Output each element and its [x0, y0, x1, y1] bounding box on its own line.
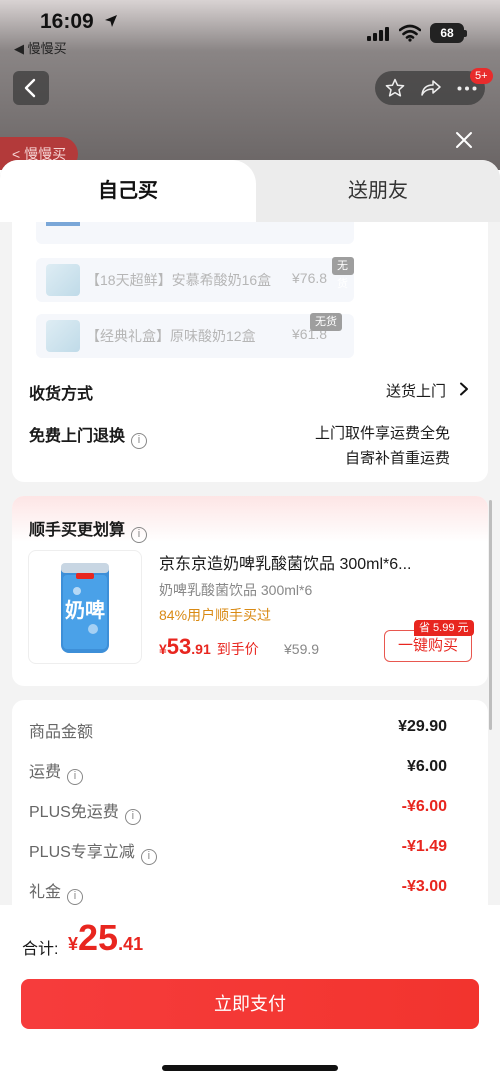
- tab-bar: 送朋友 自己买: [0, 160, 500, 222]
- total-currency: ¥: [68, 934, 79, 954]
- upsell-promo-text: 84%用户顺手买过: [159, 607, 272, 623]
- upsell-product-name[interactable]: 京东京造奶啤乳酸菌饮品 300ml*6...: [159, 550, 412, 574]
- total-integer: 25: [78, 917, 119, 958]
- cost-row-value: ¥29.90: [398, 718, 447, 735]
- list-item: [36, 222, 354, 244]
- tab-buy-for-self[interactable]: 自己买: [0, 160, 256, 222]
- return-policy-line1: 上门取件享运费全免: [314, 425, 450, 442]
- delivery-method-value[interactable]: 送货上门: [386, 380, 446, 401]
- info-icon[interactable]: i: [67, 889, 84, 905]
- cost-row-label: 礼金 i: [29, 878, 84, 905]
- upsell-title-row: 顺手买更划算 i: [29, 516, 148, 543]
- total-label: 合计:: [22, 941, 59, 958]
- info-icon[interactable]: i: [124, 809, 141, 825]
- status-time: 16:09: [40, 10, 94, 33]
- item-name: 【经典礼盒】原味酸奶12盒: [86, 328, 256, 344]
- cost-row-value: -¥1.49: [401, 838, 447, 855]
- cost-row-value: ¥6.00: [406, 758, 447, 775]
- price-decimal: .91: [191, 641, 211, 657]
- item-thumbnail: [46, 320, 80, 352]
- home-indicator: [162, 1065, 338, 1071]
- out-of-stock-badge: 无货: [332, 257, 354, 290]
- total-amount: ¥25.41: [68, 917, 143, 959]
- battery-indicator: 68: [430, 23, 467, 43]
- item-price: ¥76.8: [292, 270, 328, 286]
- info-icon[interactable]: i: [131, 433, 148, 449]
- savings-badge: 省 5.99 元: [414, 620, 474, 636]
- cost-row-label: PLUS免运费 i: [29, 798, 141, 825]
- delivery-method-label: 收货方式: [29, 386, 94, 403]
- order-items-card: 【18天超鲜】安慕希酸奶16盒 ¥76.8 无货 【经典礼盒】原味酸奶12盒 ¥…: [12, 222, 488, 482]
- price-currency: ¥: [159, 641, 167, 657]
- chevron-left-icon: [24, 78, 36, 98]
- price-integer: 53: [166, 634, 192, 659]
- chevron-right-icon[interactable]: [458, 382, 470, 396]
- background-page: 16:09 ◀ 慢慢买 68 5+ < 慢慢买: [0, 0, 500, 170]
- pay-now-button[interactable]: 立即支付: [21, 979, 479, 1029]
- price-tag: 到手价: [216, 641, 259, 657]
- cost-label-text: 运费: [29, 764, 62, 781]
- cost-label-text: PLUS专享立减: [29, 844, 135, 861]
- share-icon[interactable]: [420, 78, 442, 98]
- total-decimal: .41: [118, 934, 144, 954]
- cost-row-label: 运费 i: [29, 758, 84, 785]
- can-label: 奶啤: [65, 598, 105, 622]
- cost-breakdown-card: 商品金额 ¥29.90 运费 i ¥6.00 PLUS免运费 i -¥6.00 PLUS专享立减…: [12, 700, 488, 930]
- upsell-product-spec: 奶啤乳酸菌饮品 300ml*6: [159, 582, 313, 598]
- back-to-app-link[interactable]: ◀ 慢慢买: [14, 38, 67, 57]
- drink-can-image: 奶啤: [61, 563, 109, 653]
- cost-row-value: -¥3.00: [401, 878, 447, 895]
- cost-label-text: 礼金: [29, 884, 62, 901]
- star-icon[interactable]: [385, 78, 405, 98]
- upsell-card: 顺手买更划算 i 奶啤 京东京造奶啤乳酸菌饮品 300ml*6... 奶啤乳酸菌饮…: [12, 496, 488, 686]
- cost-row-label: PLUS专享立减 i: [29, 838, 157, 865]
- cost-row-label: 商品金额: [29, 718, 93, 742]
- item-thumbnail: [46, 222, 80, 226]
- upsell-original-price: ¥59.9: [284, 641, 320, 657]
- free-return-row: 免费上门退换 i: [29, 422, 148, 449]
- cost-row-value: -¥6.00: [401, 798, 447, 815]
- upsell-title: 顺手买更划算: [29, 522, 126, 539]
- out-of-stock-badge: 无货: [310, 313, 342, 331]
- upsell-price: ¥53.91 到手价: [159, 634, 259, 660]
- item-thumbnail: [46, 264, 80, 296]
- list-item[interactable]: 【经典礼盒】原味酸奶12盒 ¥61.8 无货: [36, 313, 354, 358]
- checkout-footer: 合计: ¥25.41 立即支付: [0, 905, 500, 1082]
- info-icon[interactable]: i: [131, 527, 148, 543]
- item-name: 【18天超鲜】安慕希酸奶16盒: [86, 272, 272, 288]
- wifi-icon: [399, 24, 421, 42]
- upsell-product-image[interactable]: 奶啤: [28, 550, 142, 664]
- list-item[interactable]: 【18天超鲜】安慕希酸奶16盒 ¥76.8 无货: [36, 257, 354, 302]
- more-icon[interactable]: [457, 86, 477, 91]
- location-arrow-icon: [105, 15, 117, 27]
- close-icon[interactable]: [452, 128, 476, 152]
- free-return-label: 免费上门退换: [29, 428, 126, 445]
- info-icon[interactable]: i: [140, 849, 157, 865]
- cost-label-text: PLUS免运费: [29, 804, 119, 821]
- cost-label-text: 商品金额: [29, 724, 94, 741]
- signal-icon: [367, 27, 389, 41]
- return-policy-line2: 自寄补首重运费: [344, 450, 450, 467]
- tab-send-to-friend[interactable]: 送朋友: [256, 160, 500, 222]
- back-button[interactable]: [13, 71, 49, 105]
- info-icon[interactable]: i: [67, 769, 84, 785]
- nav-actions: [375, 71, 485, 105]
- scrollbar[interactable]: [489, 500, 492, 730]
- notification-badge: 5+: [470, 68, 493, 84]
- status-bar: 16:09 ◀ 慢慢买 68: [0, 0, 500, 62]
